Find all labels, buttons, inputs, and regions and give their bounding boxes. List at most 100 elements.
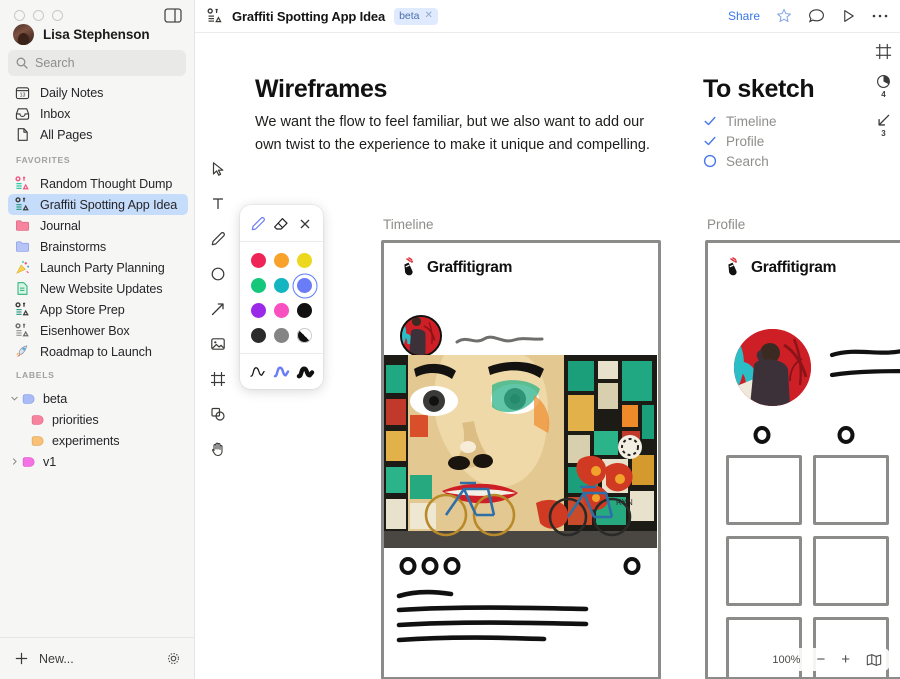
new-button[interactable]: New... (14, 651, 74, 666)
post-actions-sketch (396, 556, 644, 576)
app-name: Graffitigram (427, 259, 512, 277)
zoom-window-button[interactable] (52, 10, 63, 21)
frame-profile[interactable]: Graffitigram (705, 240, 900, 679)
label-item-priorities[interactable]: priorities (8, 409, 188, 430)
gear-icon[interactable] (166, 651, 181, 666)
canvas[interactable]: Wireframes We want the flow to feel fami… (195, 33, 900, 679)
color-swatch[interactable] (249, 301, 268, 320)
pen-icon[interactable] (207, 228, 229, 250)
zoom-level[interactable]: 100% (772, 654, 800, 666)
plus-icon (14, 651, 29, 666)
ellipse-icon[interactable] (207, 263, 229, 285)
tag-beta[interactable]: beta ✕ (394, 8, 438, 25)
checklist-item-profile[interactable]: Profile (703, 131, 893, 151)
color-swatch[interactable] (272, 301, 291, 320)
chevron-right-icon[interactable] (8, 458, 21, 465)
favorite-star-icon[interactable] (776, 8, 792, 24)
post-avatar[interactable] (400, 315, 442, 357)
photo-placeholder[interactable] (813, 455, 889, 525)
frame-label-timeline: Timeline (383, 217, 434, 232)
sidebar-toggle-icon[interactable] (164, 8, 182, 23)
tag-icon (21, 392, 35, 406)
thin-stroke-icon[interactable] (248, 362, 268, 380)
sidebar-item-roadmap-to-launch[interactable]: Roadmap to Launch (8, 341, 188, 362)
frame-tool-icon[interactable] (875, 43, 892, 60)
eraser-icon[interactable] (271, 215, 291, 233)
sidebar-item-brainstorms[interactable]: Brainstorms (8, 236, 188, 257)
color-swatch[interactable] (295, 301, 314, 320)
wireframes-body: We want the flow to feel familiar, but w… (255, 111, 655, 157)
close-icon[interactable] (295, 215, 315, 233)
calendar-icon: 13 (15, 85, 30, 100)
color-swatch[interactable] (249, 326, 268, 345)
plus-icon[interactable]: + (841, 652, 850, 667)
share-button[interactable]: Share (728, 9, 760, 23)
sidebar-item-inbox[interactable]: Inbox (8, 103, 188, 124)
color-swatch[interactable] (295, 251, 314, 270)
label-item-experiments[interactable]: experiments (8, 430, 188, 451)
sidebar-item-label: Eisenhower Box (40, 324, 130, 338)
sidebar-item-graffiti-spotting-app-idea[interactable]: Graffiti Spotting App Idea (8, 194, 188, 215)
color-swatch[interactable] (272, 251, 291, 270)
color-swatch[interactable] (249, 251, 268, 270)
present-play-icon[interactable] (841, 8, 856, 24)
photo-placeholder[interactable] (726, 455, 802, 525)
check-icon (703, 134, 717, 148)
color-swatch-selected[interactable] (295, 276, 314, 295)
sidebar-item-label: Daily Notes (40, 86, 103, 100)
sidebar-item-daily-notes[interactable]: 13 Daily Notes (8, 82, 188, 103)
pen-icon[interactable] (248, 215, 268, 233)
fit-to-screen-icon[interactable] (866, 653, 882, 667)
app-window: Lisa Stephenson Search 13 Daily Notes In… (0, 0, 900, 679)
close-icon[interactable]: ✕ (425, 11, 433, 21)
frame-timeline[interactable]: Graffitigram (381, 240, 661, 679)
cursor-icon[interactable] (207, 158, 229, 180)
profile-avatar[interactable] (734, 329, 811, 406)
zoom-controls: 100% − + (764, 648, 890, 671)
sidebar-item-app-store-prep[interactable]: App Store Prep (8, 299, 188, 320)
shapes-icon[interactable] (207, 403, 229, 425)
thick-stroke-icon[interactable] (295, 362, 315, 380)
pie-timer-icon[interactable]: 4 (876, 74, 891, 99)
checklist-item-timeline[interactable]: Timeline (703, 111, 893, 131)
sidebar-item-all-pages[interactable]: All Pages (8, 124, 188, 145)
color-swatch[interactable] (272, 326, 291, 345)
photo-placeholder[interactable] (726, 536, 802, 606)
label-item-v1[interactable]: v1 (8, 451, 188, 472)
unchecked-circle-icon (703, 154, 717, 168)
color-swatch[interactable] (295, 326, 314, 345)
image-icon[interactable] (207, 333, 229, 355)
close-window-button[interactable] (14, 10, 25, 21)
chevron-down-icon[interactable] (8, 395, 21, 402)
post-photo[interactable]: RYN (384, 355, 657, 548)
photo-placeholder[interactable] (813, 536, 889, 606)
arrow-icon[interactable] (207, 298, 229, 320)
search-input[interactable]: Search (8, 50, 186, 76)
color-swatch[interactable] (249, 276, 268, 295)
tag-icon (30, 434, 44, 448)
sidebar-item-eisenhower-box[interactable]: Eisenhower Box (8, 320, 188, 341)
frame-icon[interactable] (207, 368, 229, 390)
color-swatch-grid (240, 242, 323, 353)
svg-text:13: 13 (20, 93, 26, 99)
pen-color-popup (240, 205, 323, 389)
text-icon[interactable] (207, 193, 229, 215)
sidebar-item-new-website-updates[interactable]: New Website Updates (8, 278, 188, 299)
comment-icon[interactable] (808, 8, 825, 24)
hand-icon[interactable] (207, 438, 229, 460)
sidebar-item-random-thought-dump[interactable]: Random Thought Dump (8, 173, 188, 194)
window-traffic-lights[interactable] (14, 10, 63, 21)
user-profile[interactable]: Lisa Stephenson (13, 24, 150, 45)
color-swatch[interactable] (272, 276, 291, 295)
mindmap-teal-icon (15, 197, 30, 212)
minus-icon[interactable]: − (816, 652, 825, 667)
tag-label: beta (399, 10, 419, 22)
label-item-beta[interactable]: beta (8, 388, 188, 409)
checklist-item-search[interactable]: Search (703, 151, 893, 171)
sidebar-item-journal[interactable]: Journal (8, 215, 188, 236)
medium-stroke-icon[interactable] (271, 362, 291, 380)
minimize-window-button[interactable] (33, 10, 44, 21)
more-options-icon[interactable] (872, 13, 888, 19)
sidebar-item-launch-party-planning[interactable]: Launch Party Planning (8, 257, 188, 278)
collapse-arrow-icon[interactable]: 3 (876, 113, 891, 138)
